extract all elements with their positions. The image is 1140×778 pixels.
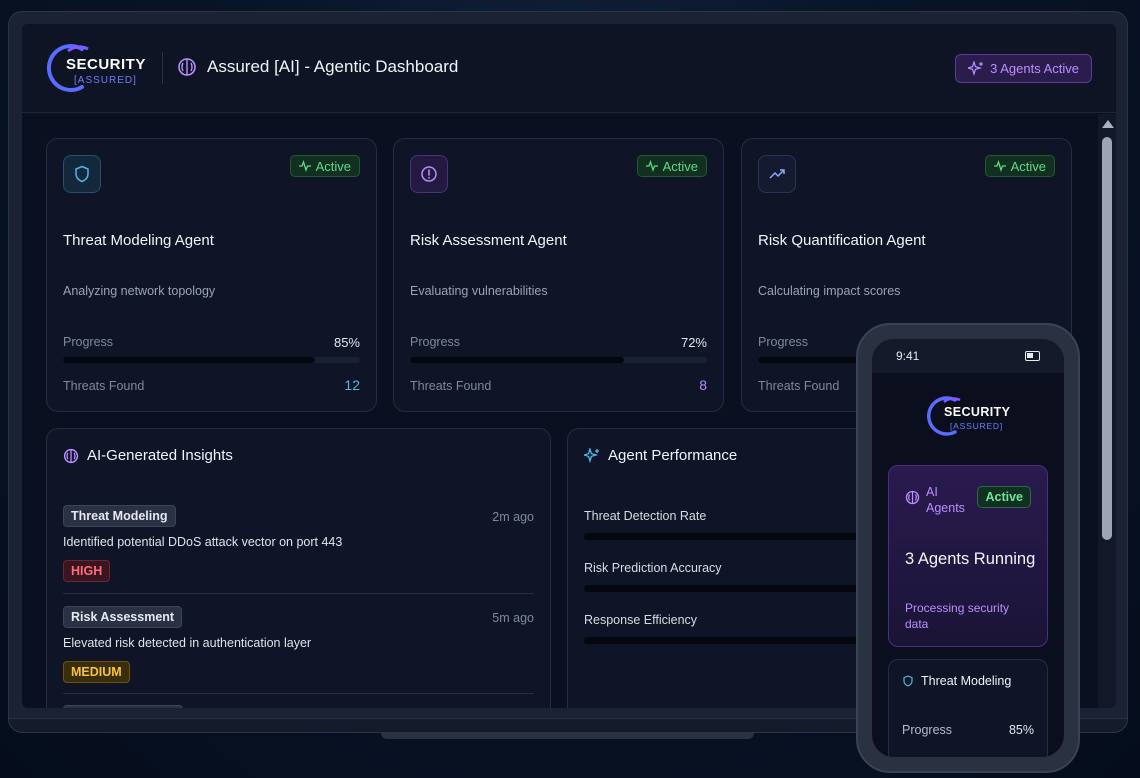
phone-tm-title: Threat Modeling (902, 674, 1011, 688)
insights-panel: AI-Generated Insights Threat Modeling 2m… (46, 428, 551, 708)
phone-ai-label: AI Agents (905, 484, 965, 516)
header-divider (162, 52, 163, 84)
threats-count: 12 (344, 377, 360, 393)
progress-value: 72% (680, 335, 707, 350)
status-badge: Active (289, 155, 360, 177)
insight-item[interactable]: Risk Assessment 5m ago Elevated risk det… (63, 606, 534, 683)
agent-icon-box (63, 155, 101, 193)
scroll-thumb[interactable] (1102, 137, 1112, 540)
shield-icon (903, 675, 913, 687)
agent-name: Risk Quantification Agent (758, 232, 926, 249)
performance-title-text: Agent Performance (608, 447, 738, 464)
top-bar: SECURITY [ASSURED] Assured [AI] - Agenti… (22, 24, 1116, 113)
insight-text: Identified potential DDoS attack vector … (63, 535, 343, 549)
sparkles-icon (584, 447, 599, 463)
agent-card-threat-modeling[interactable]: Active Threat Modeling Agent Analyzing n… (46, 138, 377, 412)
activity-icon (298, 160, 311, 172)
agent-card-risk-assessment[interactable]: Active Risk Assessment Agent Evaluating … (393, 138, 724, 412)
phone-ai-label-line1: AI (926, 485, 938, 499)
phone-processing-text: Processing security data (905, 601, 1010, 631)
progress-value: 85% (1008, 723, 1034, 737)
threats-label: Threats Found (63, 379, 145, 393)
insight-divider (63, 593, 534, 594)
status-text: Active (315, 158, 351, 174)
security-assured-logo: SECURITY [ASSURED] (44, 42, 150, 94)
agent-task: Calculating impact scores (758, 284, 901, 298)
logo-text-security: SECURITY (66, 56, 146, 73)
trending-up-icon (769, 169, 785, 179)
phone-ai-agents-card[interactable]: AI Agents Active 3 Agents Running Proces… (888, 465, 1048, 647)
agent-name: Risk Assessment Agent (410, 232, 567, 249)
insight-text: Elevated risk detected in authentication… (63, 636, 312, 650)
brain-icon (178, 58, 196, 76)
brain-icon (905, 490, 920, 505)
threats-label: Threats Found (410, 379, 492, 393)
agent-task: Evaluating vulnerabilities (410, 284, 548, 298)
phone-time: 9:41 (896, 349, 920, 363)
progress-bar (63, 357, 360, 363)
insight-time: 2m ago (492, 510, 534, 524)
agent-name: Threat Modeling Agent (63, 232, 214, 249)
logo-text-security: SECURITY (944, 405, 1011, 419)
status-badge: Active (977, 486, 1031, 508)
insight-tag-partial (63, 705, 183, 708)
logo-text-assured: [ASSURED] (950, 421, 1004, 431)
progress-label: Progress (758, 335, 809, 349)
threats-label: Threats Found (758, 379, 840, 393)
metric-label: Response Efficiency (584, 613, 698, 627)
logo-text-assured: [ASSURED] (74, 75, 137, 86)
scroll-up-arrow-icon[interactable] (1102, 120, 1114, 128)
phone-threat-modeling-card[interactable]: Threat Modeling Progress 85% (888, 659, 1048, 757)
shield-icon (75, 165, 89, 183)
insights-title-text: AI-Generated Insights (87, 447, 233, 464)
status-badge: Active (984, 155, 1055, 177)
performance-title: Agent Performance (584, 447, 737, 464)
agents-active-badge[interactable]: 3 Agents Active (955, 54, 1092, 83)
phone-ai-label-line2: Agents (926, 501, 965, 515)
severity-badge: HIGH (63, 560, 111, 582)
agent-icon-box (758, 155, 796, 193)
severity-badge: MEDIUM (63, 661, 130, 683)
alert-circle-icon (421, 166, 437, 182)
progress-label: Progress (902, 723, 953, 737)
progress-label: Progress (63, 335, 114, 349)
sparkles-icon (968, 60, 984, 76)
dashboard-title: Assured [AI] - Agentic Dashboard (177, 57, 458, 77)
battery-icon (1025, 351, 1040, 361)
dashboard-title-text: Assured [AI] - Agentic Dashboard (207, 57, 459, 76)
progress-bar (410, 357, 707, 363)
phone-tm-title-text: Threat Modeling (921, 674, 1012, 688)
insights-title: AI-Generated Insights (63, 447, 233, 464)
agent-icon-box (410, 155, 448, 193)
brain-icon (63, 448, 79, 463)
insight-divider (63, 693, 534, 694)
phone-screen: 9:41 SECURITY [ASSURED] AI Agents Active… (872, 339, 1064, 757)
vertical-scrollbar[interactable] (1098, 114, 1116, 708)
progress-bar-fill (63, 357, 316, 363)
status-text: Active (1010, 158, 1046, 174)
phone-logo: SECURITY [ASSURED] (925, 394, 1013, 438)
laptop-hinge (381, 733, 754, 739)
metric-label: Risk Prediction Accuracy (584, 561, 722, 575)
insight-tag: Threat Modeling (63, 505, 176, 527)
phone-agents-running: 3 Agents Running (905, 550, 1036, 568)
phone-status-bar: 9:41 (872, 339, 1064, 373)
progress-value: 85% (333, 335, 360, 350)
threats-count: 8 (699, 377, 707, 393)
insight-item[interactable]: Threat Modeling 2m ago Identified potent… (63, 505, 534, 582)
insight-time: 5m ago (492, 611, 534, 625)
activity-icon (993, 160, 1006, 172)
progress-label: Progress (410, 335, 461, 349)
status-text: Active (662, 158, 698, 174)
agents-active-text: 3 Agents Active (990, 61, 1079, 76)
progress-bar-fill (410, 357, 624, 363)
insight-tag: Risk Assessment (63, 606, 183, 628)
agent-task: Analyzing network topology (63, 284, 216, 298)
phone-frame: 9:41 SECURITY [ASSURED] AI Agents Active… (856, 323, 1080, 773)
metric-label: Threat Detection Rate (584, 509, 707, 523)
activity-icon (645, 160, 658, 172)
status-badge: Active (636, 155, 707, 177)
